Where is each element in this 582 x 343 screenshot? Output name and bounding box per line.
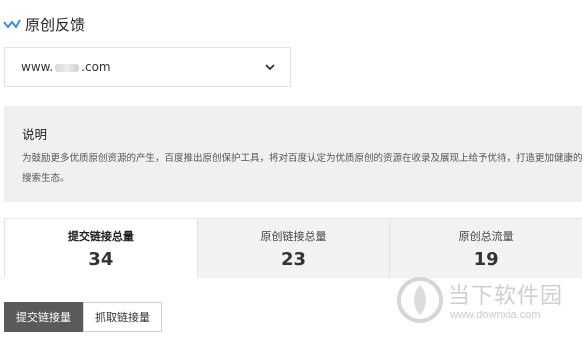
- stat-original-traffic[interactable]: 原创总流量 19: [389, 219, 582, 278]
- stat-submitted-links[interactable]: 提交链接总量 34: [4, 219, 197, 278]
- watermark-logo-icon: [397, 277, 443, 323]
- domain-value: www. .com: [21, 60, 111, 74]
- stat-original-links[interactable]: 原创链接总量 23: [196, 219, 390, 278]
- stat-label: 提交链接总量: [67, 230, 134, 243]
- stat-value: 23: [280, 249, 307, 270]
- chart-tabs: 提交链接量 抓取链接量: [4, 302, 162, 332]
- page-header: 原创反馈: [3, 12, 85, 36]
- check-icon: [3, 19, 21, 29]
- stat-value: 34: [88, 249, 114, 270]
- domain-select[interactable]: www. .com: [4, 47, 291, 87]
- description-text: 为鼓励更多优质原创资源的产生，百度推出原创保护工具，将对百度认定为优质原创的资源…: [22, 153, 582, 184]
- watermark-url: www.downxia.com: [450, 309, 541, 321]
- page-title: 原创反馈: [25, 15, 86, 34]
- stat-label: 原创链接总量: [260, 230, 327, 243]
- tab-crawled-links[interactable]: 抓取链接量: [83, 302, 162, 332]
- domain-suffix: .com: [81, 60, 111, 74]
- tab-submitted-links[interactable]: 提交链接量: [4, 302, 83, 332]
- watermark-text: 当下软件园: [448, 284, 564, 309]
- domain-redacted: [55, 63, 80, 72]
- watermark: 当下软件园 www.downxia.com: [396, 276, 582, 336]
- stats-tabs: 提交链接总量 34 原创链接总量 23 原创总流量 19: [4, 218, 582, 278]
- stat-label: 原创总流量: [458, 230, 514, 243]
- stat-value: 19: [473, 249, 499, 270]
- description-title: 说明: [22, 127, 48, 142]
- chevron-down-icon[interactable]: [264, 61, 276, 73]
- domain-prefix: www.: [21, 60, 54, 74]
- description-panel: 说明 为鼓励更多优质原创资源的产生，百度推出原创保护工具，将对百度认定为优质原创…: [4, 106, 582, 202]
